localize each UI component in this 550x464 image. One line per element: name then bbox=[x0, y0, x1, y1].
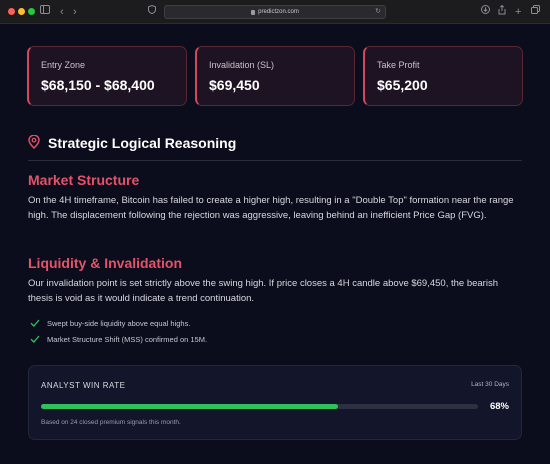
reload-icon[interactable]: ↻ bbox=[375, 7, 381, 15]
win-rate-progress-track bbox=[41, 404, 478, 409]
back-arrow-icon[interactable]: ‹ bbox=[60, 5, 64, 19]
close-window-button[interactable] bbox=[8, 8, 15, 15]
checklist-text: Market Structure Shift (MSS) confirmed o… bbox=[47, 334, 208, 344]
browser-window: ‹ › predictzon.com ↻ + Entry Zone $68,15… bbox=[0, 0, 550, 464]
liquidity-text: Our invalidation point is set strictly a… bbox=[28, 278, 498, 304]
card-value: $68,150 - $68,400 bbox=[41, 77, 155, 93]
browser-toolbar: ‹ › predictzon.com ↻ + bbox=[0, 0, 550, 24]
minimize-window-button[interactable] bbox=[18, 8, 25, 15]
download-icon[interactable] bbox=[481, 5, 490, 19]
win-rate-period: Last 30 Days bbox=[471, 381, 509, 388]
tab-overview-icon[interactable] bbox=[531, 5, 540, 19]
win-rate-percent: 68% bbox=[489, 401, 509, 412]
new-tab-icon[interactable]: + bbox=[515, 5, 521, 19]
url-text: predictzon.com bbox=[258, 9, 299, 15]
checkmark-icon bbox=[30, 319, 40, 327]
address-bar[interactable]: predictzon.com ↻ bbox=[164, 5, 386, 19]
card-value: $65,200 bbox=[377, 77, 428, 93]
card-label: Entry Zone bbox=[41, 60, 86, 70]
forward-arrow-icon[interactable]: › bbox=[73, 5, 77, 19]
checkmark-icon bbox=[30, 335, 40, 343]
share-icon[interactable] bbox=[498, 4, 506, 20]
entry-zone-card: Entry Zone $68,150 - $68,400 bbox=[27, 46, 187, 106]
win-rate-note: Based on 24 closed premium signals this … bbox=[41, 419, 181, 426]
maximize-window-button[interactable] bbox=[28, 8, 35, 15]
checklist-text: Swept buy-side liquidity above equal hig… bbox=[47, 318, 191, 328]
lock-icon bbox=[251, 9, 256, 15]
analyst-win-rate-panel: ANALYST WIN RATE Last 30 Days 68% Based … bbox=[28, 365, 522, 440]
win-rate-progress-fill bbox=[41, 404, 339, 409]
checklist-item: Swept buy-side liquidity above equal hig… bbox=[30, 317, 190, 329]
card-value: $69,450 bbox=[209, 77, 260, 93]
win-rate-title: ANALYST WIN RATE bbox=[41, 381, 126, 390]
shield-icon[interactable] bbox=[148, 4, 156, 19]
sidebar-toggle-icon[interactable] bbox=[40, 5, 50, 19]
section-title: Strategic Logical Reasoning bbox=[48, 135, 237, 151]
location-pin-icon bbox=[28, 134, 40, 149]
checklist-item: Market Structure Shift (MSS) confirmed o… bbox=[30, 333, 207, 345]
take-profit-card: Take Profit $65,200 bbox=[363, 46, 523, 106]
liquidity-heading: Liquidity & Invalidation bbox=[28, 255, 182, 271]
market-structure-text: On the 4H timeframe, Bitcoin has failed … bbox=[28, 195, 514, 221]
invalidation-card: Invalidation (SL) $69,450 bbox=[195, 46, 355, 106]
reasoning-section-header: Strategic Logical Reasoning bbox=[28, 133, 522, 161]
market-structure-heading: Market Structure bbox=[28, 172, 140, 188]
card-label: Take Profit bbox=[377, 60, 420, 70]
card-label: Invalidation (SL) bbox=[209, 60, 275, 70]
